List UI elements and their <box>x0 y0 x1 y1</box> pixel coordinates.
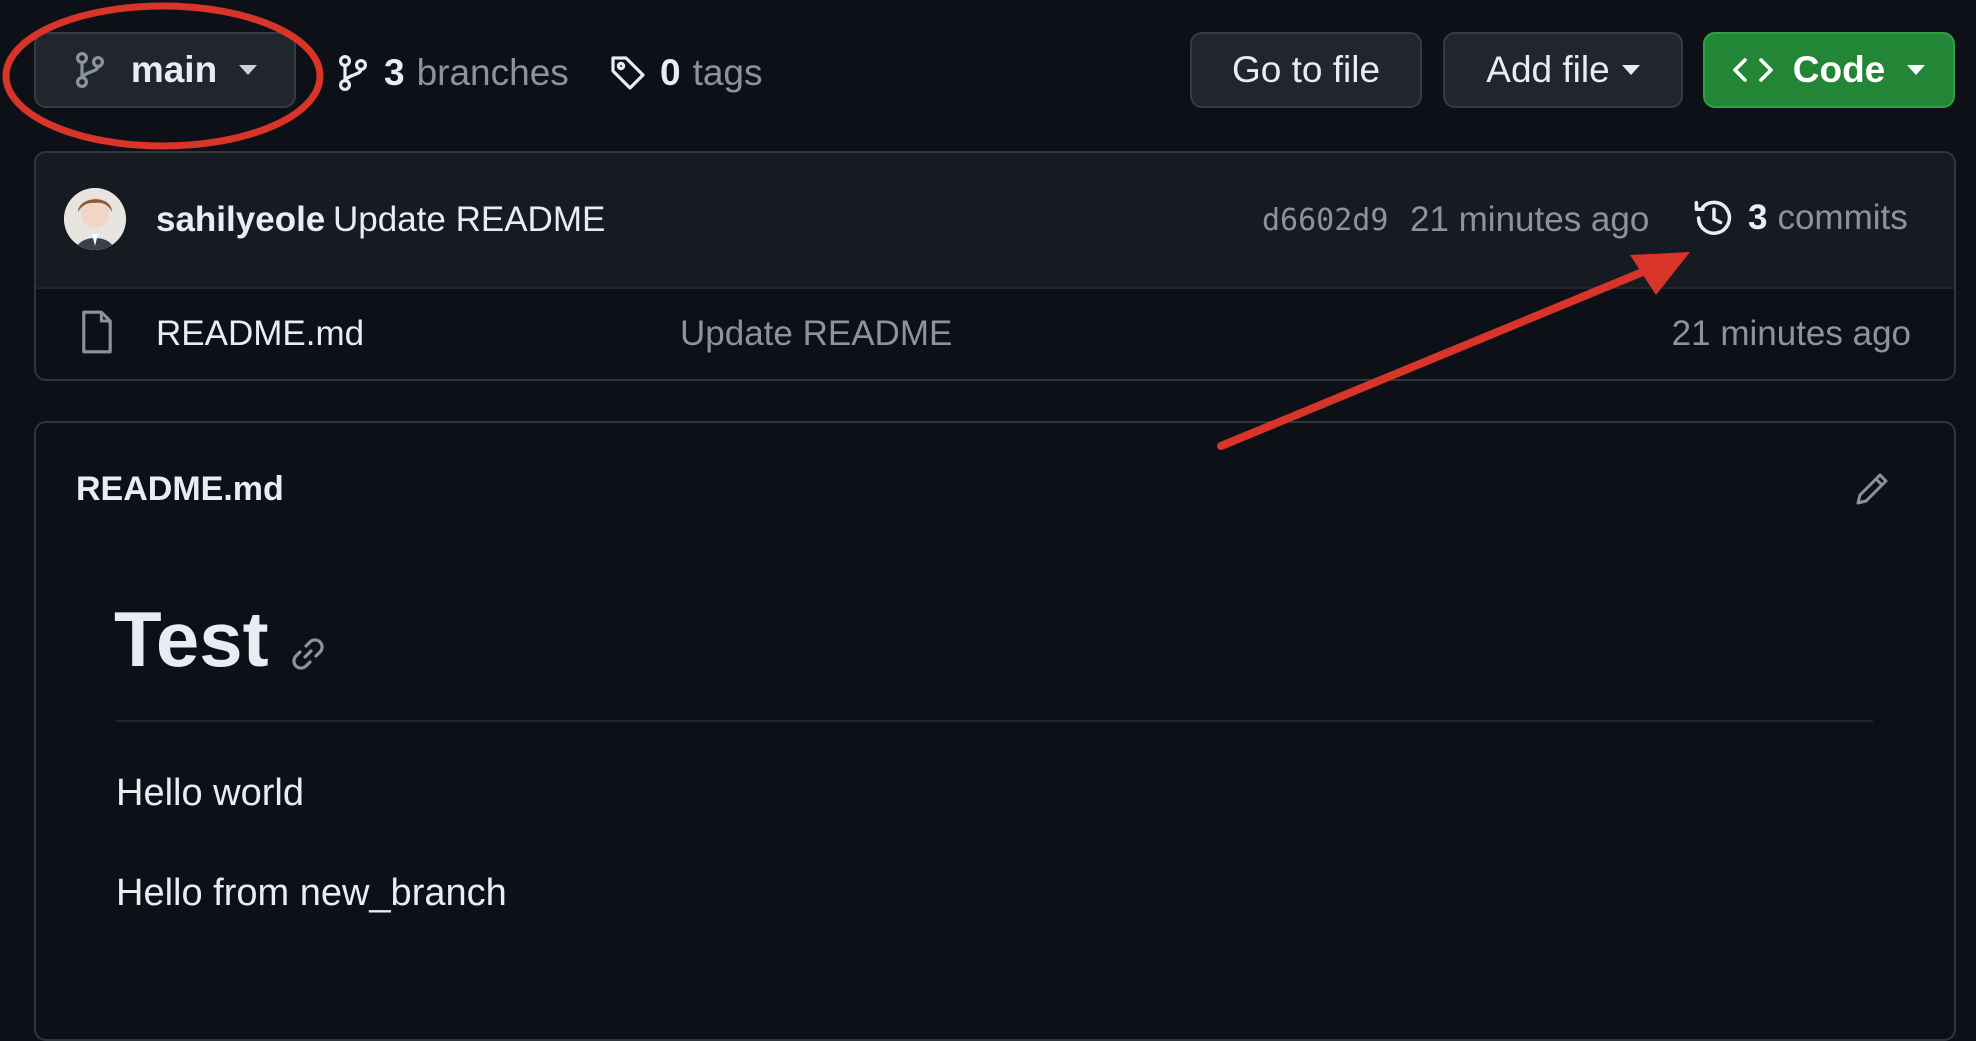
annotation-ellipse <box>2 2 324 150</box>
annotation-arrow-line <box>1217 260 1666 450</box>
annotation-overlay <box>2 2 1690 450</box>
